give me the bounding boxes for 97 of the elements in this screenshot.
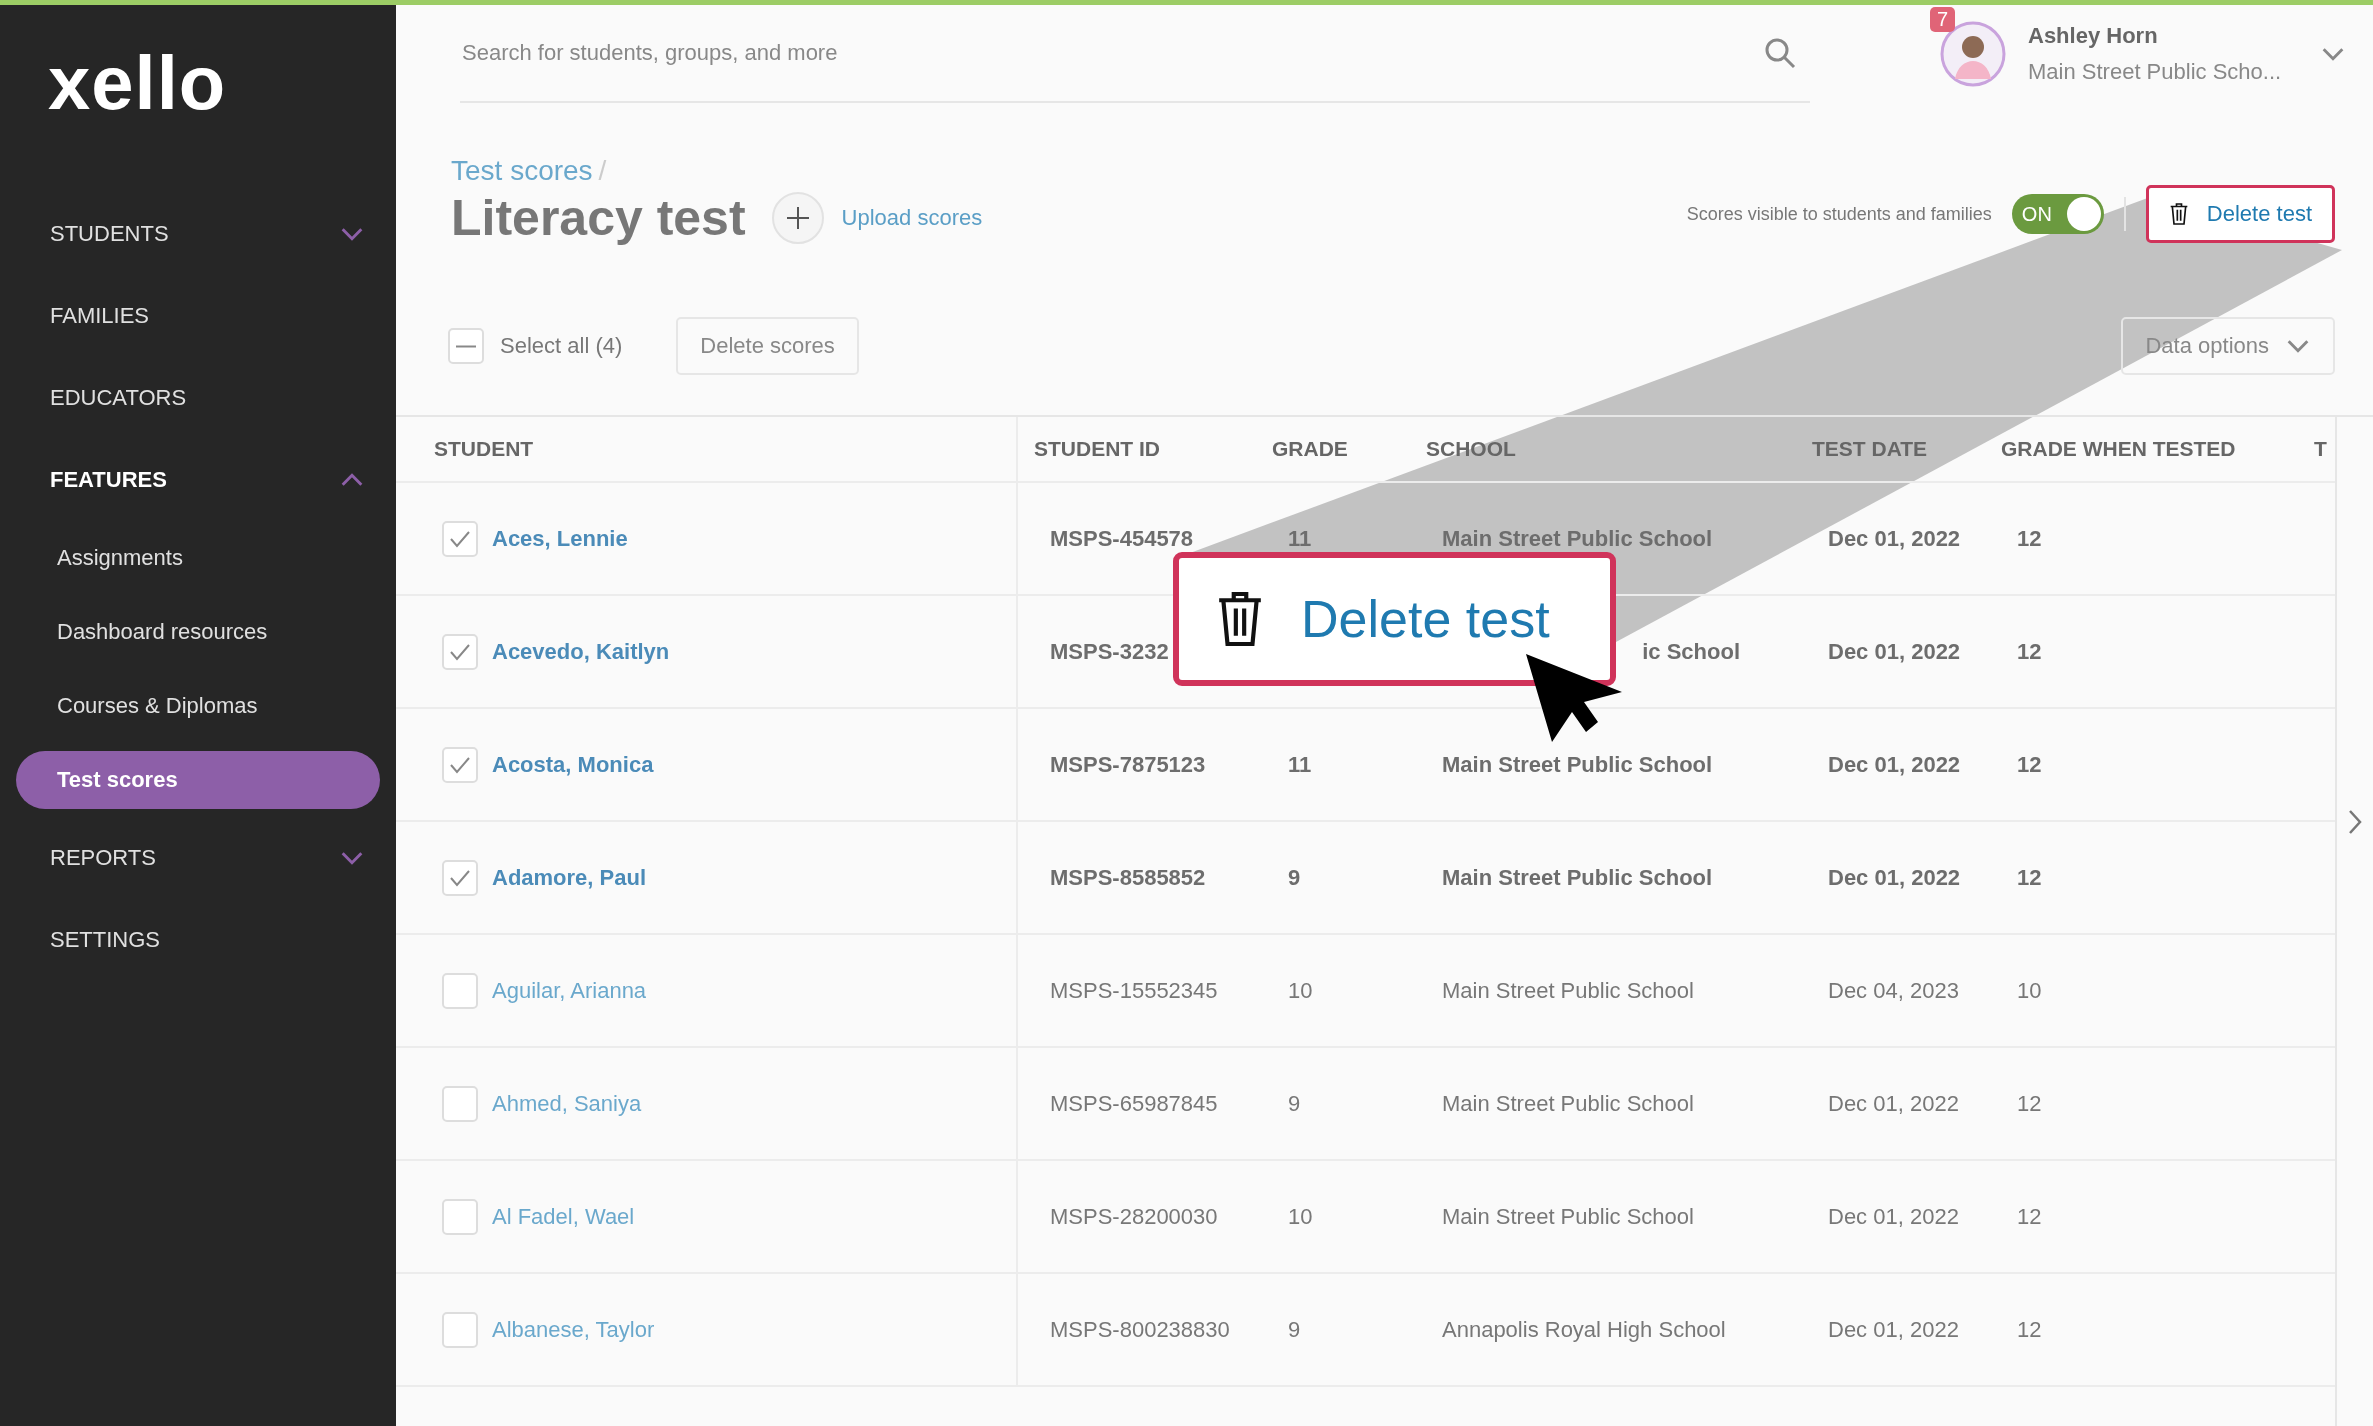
table-cell: Main Street Public School — [1442, 1090, 1694, 1117]
search-field[interactable]: Search for students, groups, and more — [460, 39, 1764, 67]
nav-item[interactable]: FAMILIES — [0, 275, 396, 357]
table-cell: Annapolis Royal High School — [1442, 1316, 1726, 1343]
table-cell: 10 — [2017, 977, 2042, 1004]
chevron-down-icon — [340, 227, 364, 241]
chevron-down-icon — [2285, 339, 2311, 353]
table-cell: MSPS-8585852 — [1050, 864, 1206, 891]
column-header[interactable]: STUDENT ID — [1018, 417, 1256, 483]
nav-subitem[interactable]: Dashboard resources — [16, 603, 380, 661]
table-cell: Main Street Public School — [1442, 864, 1713, 891]
student-link[interactable]: Aguilar, Arianna — [492, 977, 647, 1004]
table-cell: Dec 01, 2022 — [1828, 525, 1961, 552]
student-link[interactable]: Ahmed, Saniya — [492, 1090, 642, 1117]
table-cell: 10 — [1288, 977, 1313, 1004]
nav-item[interactable]: STUDENTS — [0, 193, 396, 275]
table-cell: Main Street Public School — [1442, 977, 1694, 1004]
table-cell: Dec 01, 2022 — [1828, 638, 1961, 665]
row-checkbox[interactable] — [442, 1198, 478, 1235]
dash-icon — [455, 344, 477, 348]
table-cell: 12 — [2017, 751, 2042, 778]
chevron-right-icon[interactable] — [2348, 808, 2362, 835]
upload-link[interactable]: Upload scores — [841, 205, 983, 231]
delete-test-button[interactable]: Delete test — [2145, 185, 2335, 243]
chevron-up-icon — [340, 473, 364, 487]
table-cell: MSPS-15552345 — [1050, 977, 1218, 1004]
table-cell: MSPS-800238830 — [1050, 1316, 1230, 1343]
nav-subitem[interactable]: Assignments — [16, 529, 380, 587]
user-name: Ashley Horn — [2028, 23, 2159, 49]
visibility-toggle[interactable]: ON — [2011, 194, 2104, 234]
table-cell: 9 — [1288, 1090, 1301, 1117]
table-cell: 9 — [1288, 864, 1301, 891]
student-link[interactable]: Acevedo, Kaitlyn — [492, 638, 670, 665]
student-link[interactable]: Al Fadel, Wael — [492, 1203, 635, 1230]
table-cell: Main Street Public School — [1442, 1203, 1694, 1230]
page-title: Literacy test — [451, 189, 746, 247]
table-cell: MSPS-3232 — [1050, 638, 1169, 665]
table-cell: 11 — [1288, 751, 1312, 778]
table-cell: 10 — [1288, 1203, 1313, 1230]
table-cell: 9 — [1288, 1316, 1301, 1343]
table-cell: 12 — [2017, 1203, 2042, 1230]
table-cell: 12 — [2017, 525, 2042, 552]
table-cell: Dec 01, 2022 — [1828, 1203, 1959, 1230]
column-header[interactable]: T — [2298, 417, 2335, 483]
table-cell: MSPS-65987845 — [1050, 1090, 1218, 1117]
user-school: Main Street Public Scho... — [2028, 59, 2282, 85]
search-icon[interactable] — [1764, 37, 1796, 69]
table-cell: 12 — [2017, 1316, 2042, 1343]
callout-label: Delete test — [1301, 589, 1550, 649]
nav-item[interactable]: REPORTS — [0, 817, 396, 899]
upload-button[interactable] — [771, 192, 824, 244]
nav-item[interactable]: FEATURES — [0, 439, 396, 521]
trash-icon — [2168, 202, 2189, 226]
table-cell: Main Street Public School — [1442, 751, 1713, 778]
notification-badge: 7 — [1930, 7, 1956, 32]
table-cell: 12 — [2017, 864, 2042, 891]
data-options-button[interactable]: Data options — [2121, 317, 2335, 375]
nav-subitem[interactable]: Test scores — [16, 751, 380, 809]
table-cell: MSPS-28200030 — [1050, 1203, 1218, 1230]
cursor-icon — [1526, 654, 1622, 742]
student-link[interactable]: Acosta, Monica — [492, 751, 654, 778]
table-cell: Dec 04, 2023 — [1828, 977, 1959, 1004]
student-link[interactable]: Adamore, Paul — [492, 864, 647, 891]
nav-subitem[interactable]: Courses & Diplomas — [16, 677, 380, 735]
nav-item[interactable]: SETTINGS — [0, 899, 396, 981]
breadcrumb-link[interactable]: Test scores — [451, 155, 593, 186]
select-all-label[interactable]: Select all (4) — [500, 333, 623, 359]
table-cell: 11 — [1288, 525, 1312, 552]
row-checkbox[interactable] — [442, 633, 478, 670]
table-cell: Dec 01, 2022 — [1828, 1316, 1959, 1343]
row-checkbox[interactable] — [442, 1085, 478, 1122]
plus-icon — [784, 205, 811, 231]
nav-item[interactable]: EDUCATORS — [0, 357, 396, 439]
chevron-down-icon — [340, 851, 364, 865]
row-checkbox[interactable] — [442, 972, 478, 1009]
column-header[interactable]: STUDENT — [396, 417, 1018, 483]
table-cell: Dec 01, 2022 — [1828, 864, 1961, 891]
breadcrumb-separator: / — [598, 155, 607, 186]
table-cell: ic School — [1642, 638, 1740, 665]
table-cell: Dec 01, 2022 — [1828, 1090, 1959, 1117]
row-checkbox[interactable] — [442, 1311, 478, 1348]
logo: xello — [48, 45, 228, 121]
table-cell: 12 — [2017, 638, 2042, 665]
table-cell: MSPS-7875123 — [1050, 751, 1206, 778]
delete-scores-button[interactable]: Delete scores — [676, 317, 859, 375]
select-all-checkbox[interactable] — [448, 328, 484, 364]
table-cell: Dec 01, 2022 — [1828, 751, 1961, 778]
row-checkbox[interactable] — [442, 520, 478, 557]
student-link[interactable]: Albanese, Taylor — [492, 1316, 655, 1343]
table-cell: MSPS-454578 — [1050, 525, 1194, 552]
row-checkbox[interactable] — [442, 746, 478, 783]
row-checkbox[interactable] — [442, 859, 478, 896]
table-cell: 12 — [2017, 1090, 2042, 1117]
chevron-down-icon — [2321, 47, 2346, 61]
visibility-label: Scores visible to students and families — [1686, 203, 1992, 225]
table-cell: Main Street Public School — [1442, 525, 1713, 552]
student-link[interactable]: Aces, Lennie — [492, 525, 628, 552]
